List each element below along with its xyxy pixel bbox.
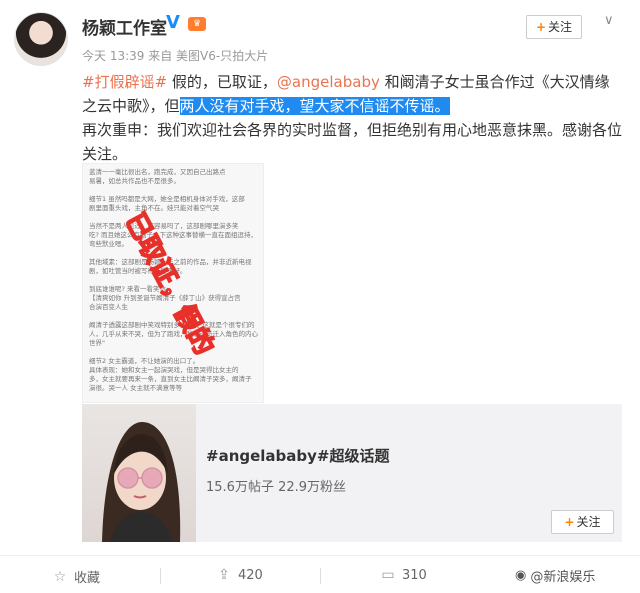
image-document-line — [83, 312, 263, 321]
post-text-part3: 再次重申：我们欢迎社会各界的实时监督，但拒绝别有用心地恶意抹黑。感谢各位关注。 — [82, 121, 623, 163]
image-document-line: 具体表现：她和女主一起演哭戏，但是哭得比女主的 — [89, 366, 239, 374]
post-image[interactable]: 蓝清一一毫比很出名，跑完成，又因自己出路点 易暑，如总共作品也不是很多。 细节1 … — [82, 163, 264, 403]
image-document-line: 蓝清一一毫比很出名，跑完成，又因自己出路点 — [89, 168, 226, 176]
super-topic-card[interactable]: #angelababy#超级话题 15.6万帖子 22.9万粉丝 + 关注 — [82, 404, 622, 542]
divider — [320, 568, 321, 584]
image-document-line: 剧里面重头戏，主角不在。娃只能对着空气哭 — [89, 204, 219, 212]
avatar[interactable] — [14, 12, 68, 66]
hashtag-link[interactable]: #打假辟谣# — [82, 73, 167, 91]
image-document-line — [83, 348, 263, 357]
favorite-label: 收藏 — [74, 571, 101, 586]
comment-icon: ▭ — [381, 567, 395, 583]
image-document-line — [83, 213, 263, 222]
comment-button[interactable]: ▭ 310 — [380, 567, 427, 583]
topic-follow-button[interactable]: + 关注 — [551, 510, 614, 534]
image-document-line — [83, 186, 263, 195]
image-document-text: 蓝清一一毫比很出名，跑完成，又因自己出路点 易暑，如总共作品也不是很多。 细节1 … — [83, 164, 263, 393]
image-document-line: 吃? 而且她这么有脑子，下这种这事替横一直在面组逗持， — [89, 231, 258, 239]
verified-icon: V — [166, 12, 180, 33]
image-document-line: 多，女主就要再来一条，直到女主比阚清子哭多，阚清子 — [89, 375, 252, 383]
topic-title[interactable]: #angelababy#超级话题 — [206, 445, 390, 466]
post-text-part1: 假的，已取证， — [167, 73, 277, 91]
image-document-line: 细节2 女主霸道，不让她演的出口了。 — [89, 357, 200, 365]
repost-count: 420 — [238, 567, 263, 583]
image-document-line: 演很。哭一人 女主就不满意等等 — [89, 384, 183, 392]
image-document-line — [83, 276, 263, 285]
image-document-line: 世界" — [89, 339, 105, 347]
vip-badge-icon: ♛ — [188, 17, 206, 31]
watermark: ◉ @新浪娱乐 — [515, 566, 595, 585]
watermark-text: @新浪娱乐 — [530, 570, 596, 585]
image-document-line: 【清爽如你 升到圣诞节阚清子《薛丁山》获得宣占宫 — [89, 294, 241, 302]
repost-icon: ⇪ — [218, 567, 230, 583]
image-document-line — [83, 249, 263, 258]
image-document-line: 人，几乎从来不哭，但为了跑戏，我要动员迁入角色的内心 — [89, 330, 258, 338]
weibo-logo-icon: ◉ — [515, 568, 527, 583]
topic-stats: 15.6万帖子 22.9万粉丝 — [206, 480, 347, 495]
star-icon: ☆ — [53, 568, 67, 585]
topic-follow-label: 关注 — [576, 515, 601, 529]
account-name[interactable]: 杨颖工作室 — [82, 14, 167, 39]
image-document-line: 合演百变人生 — [89, 303, 128, 311]
post-text: #打假辟谣# 假的，已取证，@angelababy 和阚清子女士虽合作过《大汉情… — [82, 70, 622, 166]
plus-icon: + — [564, 515, 575, 529]
repost-button[interactable]: ⇪ 420 — [216, 567, 263, 583]
plus-icon: + — [535, 20, 547, 34]
follow-label: 关注 — [548, 20, 573, 34]
image-document-line: 弯些默业嗯。 — [89, 240, 128, 248]
follow-button[interactable]: + 关注 — [526, 15, 582, 39]
topic-cover-image — [82, 404, 196, 542]
favorite-button[interactable]: ☆ 收藏 — [52, 567, 101, 587]
image-document-line: 当然不是两人见过，不容易吗了，这部剧哪里演多笑 — [89, 222, 239, 230]
image-document-line: 易暑，如总共作品也不是很多。 — [89, 177, 180, 185]
image-document-line: 细节1 虽然吗都是大网，她全是相机身体对手戏，这部 — [89, 195, 245, 203]
image-document-line: 其他域素：这部剧是杨颖十年之前的作品，并非近新电视 — [89, 258, 252, 266]
comment-count: 310 — [402, 567, 427, 583]
image-document-line: 剧，如吐管当时被写得不够不好。 — [89, 267, 187, 275]
image-document-line: 到底谁谁呢? 来看一看笑访: — [89, 285, 169, 293]
mention-link[interactable]: @angelababy — [277, 73, 380, 91]
post-meta: 今天 13:39 来自 美图V6-只拍大片 — [82, 49, 269, 63]
image-document-line: 阚清子透露这部剧中笑戏特别多，她说"这就是个很专们的 — [89, 321, 255, 329]
chevron-down-icon[interactable]: ∨ — [604, 14, 618, 28]
highlighted-text: 两人没有对手戏，望大家不信谣不传谣。 — [179, 97, 450, 115]
divider — [160, 568, 161, 584]
